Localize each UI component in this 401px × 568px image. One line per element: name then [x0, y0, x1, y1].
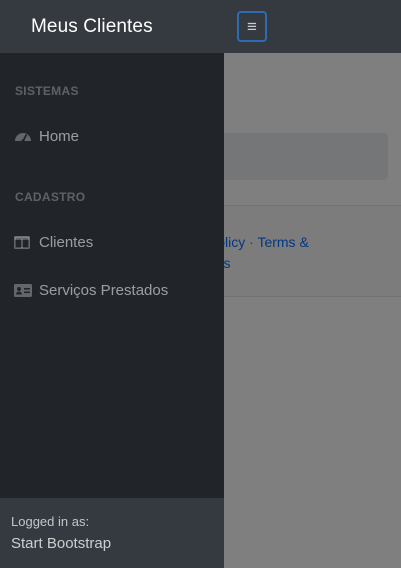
sidebar-item-label: Serviços Prestados — [39, 281, 169, 299]
logged-in-user: Start Bootstrap — [11, 535, 112, 552]
sidebar-heading-sistemas: SISTEMAS — [15, 84, 79, 98]
table-columns-icon — [14, 235, 38, 249]
top-navbar: Meus Clientes ≡ — [0, 0, 401, 53]
sidebar-item-home[interactable]: Home — [0, 118, 224, 154]
sidebar-heading-cadastro: CADASTRO — [15, 190, 86, 204]
sidebar: SISTEMAS Home CADASTRO Clientes Serviços… — [0, 53, 224, 568]
logged-in-label: Logged in as: — [11, 514, 90, 529]
sidebar-toggle-button[interactable]: ≡ — [237, 11, 267, 42]
id-card-icon — [14, 283, 38, 297]
sidebar-item-label: Clientes — [39, 233, 94, 251]
sidebar-item-servicos-prestados[interactable]: Serviços Prestados — [0, 272, 224, 308]
sidebar-item-clientes[interactable]: Clientes — [0, 224, 224, 260]
sidebar-item-label: Home — [39, 127, 80, 145]
tachometer-icon — [14, 129, 38, 143]
menu-icon: ≡ — [247, 17, 257, 36]
sidebar-footer: Logged in as: Start Bootstrap — [0, 498, 224, 568]
navbar-brand[interactable]: Meus Clientes — [31, 16, 237, 38]
